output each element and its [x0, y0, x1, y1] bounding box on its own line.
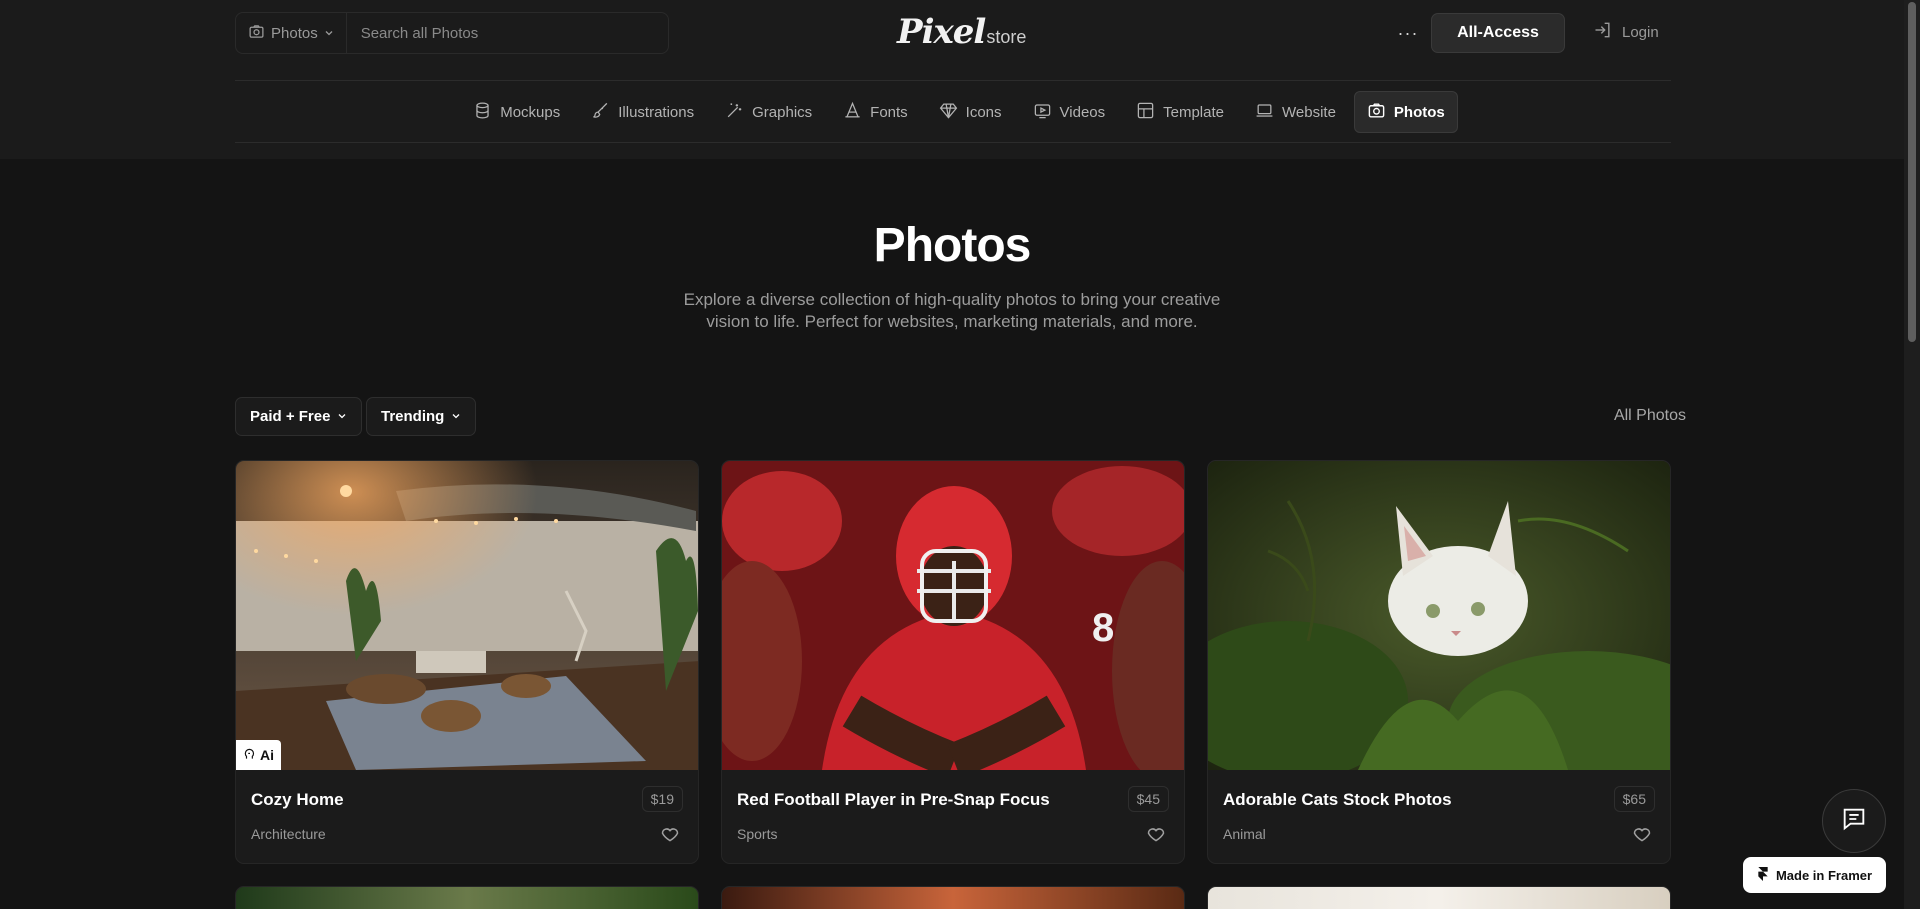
- product-title[interactable]: Cozy Home: [251, 790, 344, 810]
- magic-wand-icon: [725, 101, 744, 124]
- product-image-cozy-home[interactable]: [236, 461, 698, 770]
- heart-icon[interactable]: [1146, 824, 1166, 844]
- video-icon: [1033, 101, 1052, 124]
- product-card[interactable]: Adorable Cats Stock Photos $65 Animal: [1207, 460, 1671, 864]
- framer-logo-icon: [1757, 866, 1769, 884]
- search-category-dropdown[interactable]: Photos: [236, 13, 347, 53]
- camera-icon: [1367, 101, 1386, 124]
- ai-badge: Ai: [236, 740, 281, 770]
- chevron-down-icon: [337, 408, 347, 425]
- database-icon: [473, 101, 492, 124]
- product-category: Animal: [1223, 826, 1266, 842]
- brush-icon: [591, 101, 610, 124]
- product-image-peek[interactable]: [1207, 886, 1671, 909]
- header: Photos Pixel store ··· All-Access Login: [0, 0, 1904, 159]
- product-card[interactable]: Ai Cozy Home $19 Architecture: [235, 460, 699, 864]
- product-title[interactable]: Adorable Cats Stock Photos: [1223, 790, 1452, 810]
- product-price: $45: [1127, 786, 1169, 812]
- product-image-football-player[interactable]: 8: [722, 461, 1184, 781]
- chevron-down-icon: [324, 25, 334, 42]
- laptop-icon: [1255, 101, 1274, 124]
- logo-main: Pixel: [897, 12, 986, 52]
- ai-badge-label: Ai: [260, 747, 274, 763]
- nav-item-photos[interactable]: Photos: [1353, 91, 1458, 133]
- made-in-framer-badge[interactable]: Made in Framer: [1743, 857, 1886, 893]
- framer-label: Made in Framer: [1775, 867, 1873, 883]
- heart-icon[interactable]: [660, 824, 680, 844]
- sort-dropdown[interactable]: Trending: [366, 397, 477, 436]
- nav-label-template: Template: [1163, 103, 1224, 121]
- nav-label-website: Website: [1282, 103, 1336, 121]
- login-icon: [1593, 20, 1613, 44]
- nav-label-mockups: Mockups: [500, 103, 561, 121]
- login-label: Login: [1622, 23, 1659, 41]
- sort-label: Trending: [381, 408, 445, 425]
- nav-item-videos[interactable]: Videos: [1020, 91, 1119, 133]
- page-title: Photos: [873, 219, 1032, 272]
- more-icon: ···: [1397, 22, 1419, 43]
- logo[interactable]: Pixel store: [897, 12, 1026, 54]
- nav-item-fonts[interactable]: Fonts: [830, 91, 921, 133]
- nav-item-illustrations[interactable]: Illustrations: [578, 91, 707, 133]
- ai-head-icon: [243, 747, 257, 764]
- category-nav: Mockups Illustrations Graphics Fonts Ico…: [0, 90, 1904, 134]
- nav-label-icons: Icons: [965, 103, 1002, 121]
- chevron-down-icon: [451, 408, 461, 425]
- search-bar: Photos: [235, 12, 669, 54]
- header-divider-top: [235, 80, 1671, 81]
- price-filter-dropdown[interactable]: Paid + Free: [235, 397, 363, 436]
- nav-item-website[interactable]: Website: [1242, 91, 1349, 133]
- search-input[interactable]: [346, 24, 668, 42]
- svg-text:8: 8: [1092, 606, 1114, 650]
- font-icon: [843, 101, 862, 124]
- product-image-peek[interactable]: [721, 886, 1185, 909]
- login-button[interactable]: Login: [1593, 20, 1659, 44]
- grid-icon: [1136, 101, 1155, 124]
- nav-item-icons[interactable]: Icons: [926, 91, 1015, 133]
- logo-sub: store: [986, 27, 1027, 47]
- nav-label-videos: Videos: [1059, 103, 1106, 121]
- product-category: Sports: [737, 826, 778, 842]
- product-category: Architecture: [251, 826, 326, 842]
- product-title[interactable]: Red Football Player in Pre-Snap Focus: [737, 790, 1050, 810]
- page-description: Explore a diverse collection of high-qua…: [683, 290, 1221, 331]
- product-image-cat[interactable]: [1208, 461, 1670, 791]
- more-button[interactable]: ···: [1393, 18, 1423, 48]
- product-price: $65: [1613, 786, 1655, 812]
- all-access-button[interactable]: All-Access: [1431, 13, 1565, 53]
- nav-label-illustrations: Illustrations: [618, 103, 695, 121]
- nav-item-graphics[interactable]: Graphics: [712, 91, 825, 133]
- nav-item-mockups[interactable]: Mockups: [460, 91, 573, 133]
- product-price: $19: [641, 786, 683, 812]
- nav-label-photos: Photos: [1393, 103, 1445, 121]
- price-filter-label: Paid + Free: [250, 408, 331, 425]
- diamond-icon: [939, 101, 958, 124]
- nav-label-fonts: Fonts: [870, 103, 908, 121]
- scrollbar[interactable]: [1904, 0, 1920, 909]
- chat-button[interactable]: [1822, 789, 1886, 853]
- search-category-label: Photos: [271, 24, 318, 42]
- product-card[interactable]: 8 Red Football Player in Pre-Snap Focus …: [721, 460, 1185, 864]
- chat-icon: [1840, 805, 1868, 838]
- camera-icon: [248, 23, 265, 44]
- nav-label-graphics: Graphics: [752, 103, 813, 121]
- nav-item-template[interactable]: Template: [1123, 91, 1237, 133]
- header-divider-bottom: [235, 142, 1671, 143]
- top-bar: Photos Pixel store ··· All-Access Login: [235, 12, 1671, 54]
- heart-icon[interactable]: [1632, 824, 1652, 844]
- product-image-peek[interactable]: [235, 886, 699, 909]
- scrollbar-thumb[interactable]: [1908, 2, 1916, 342]
- all-photos-link[interactable]: All Photos: [1614, 407, 1686, 425]
